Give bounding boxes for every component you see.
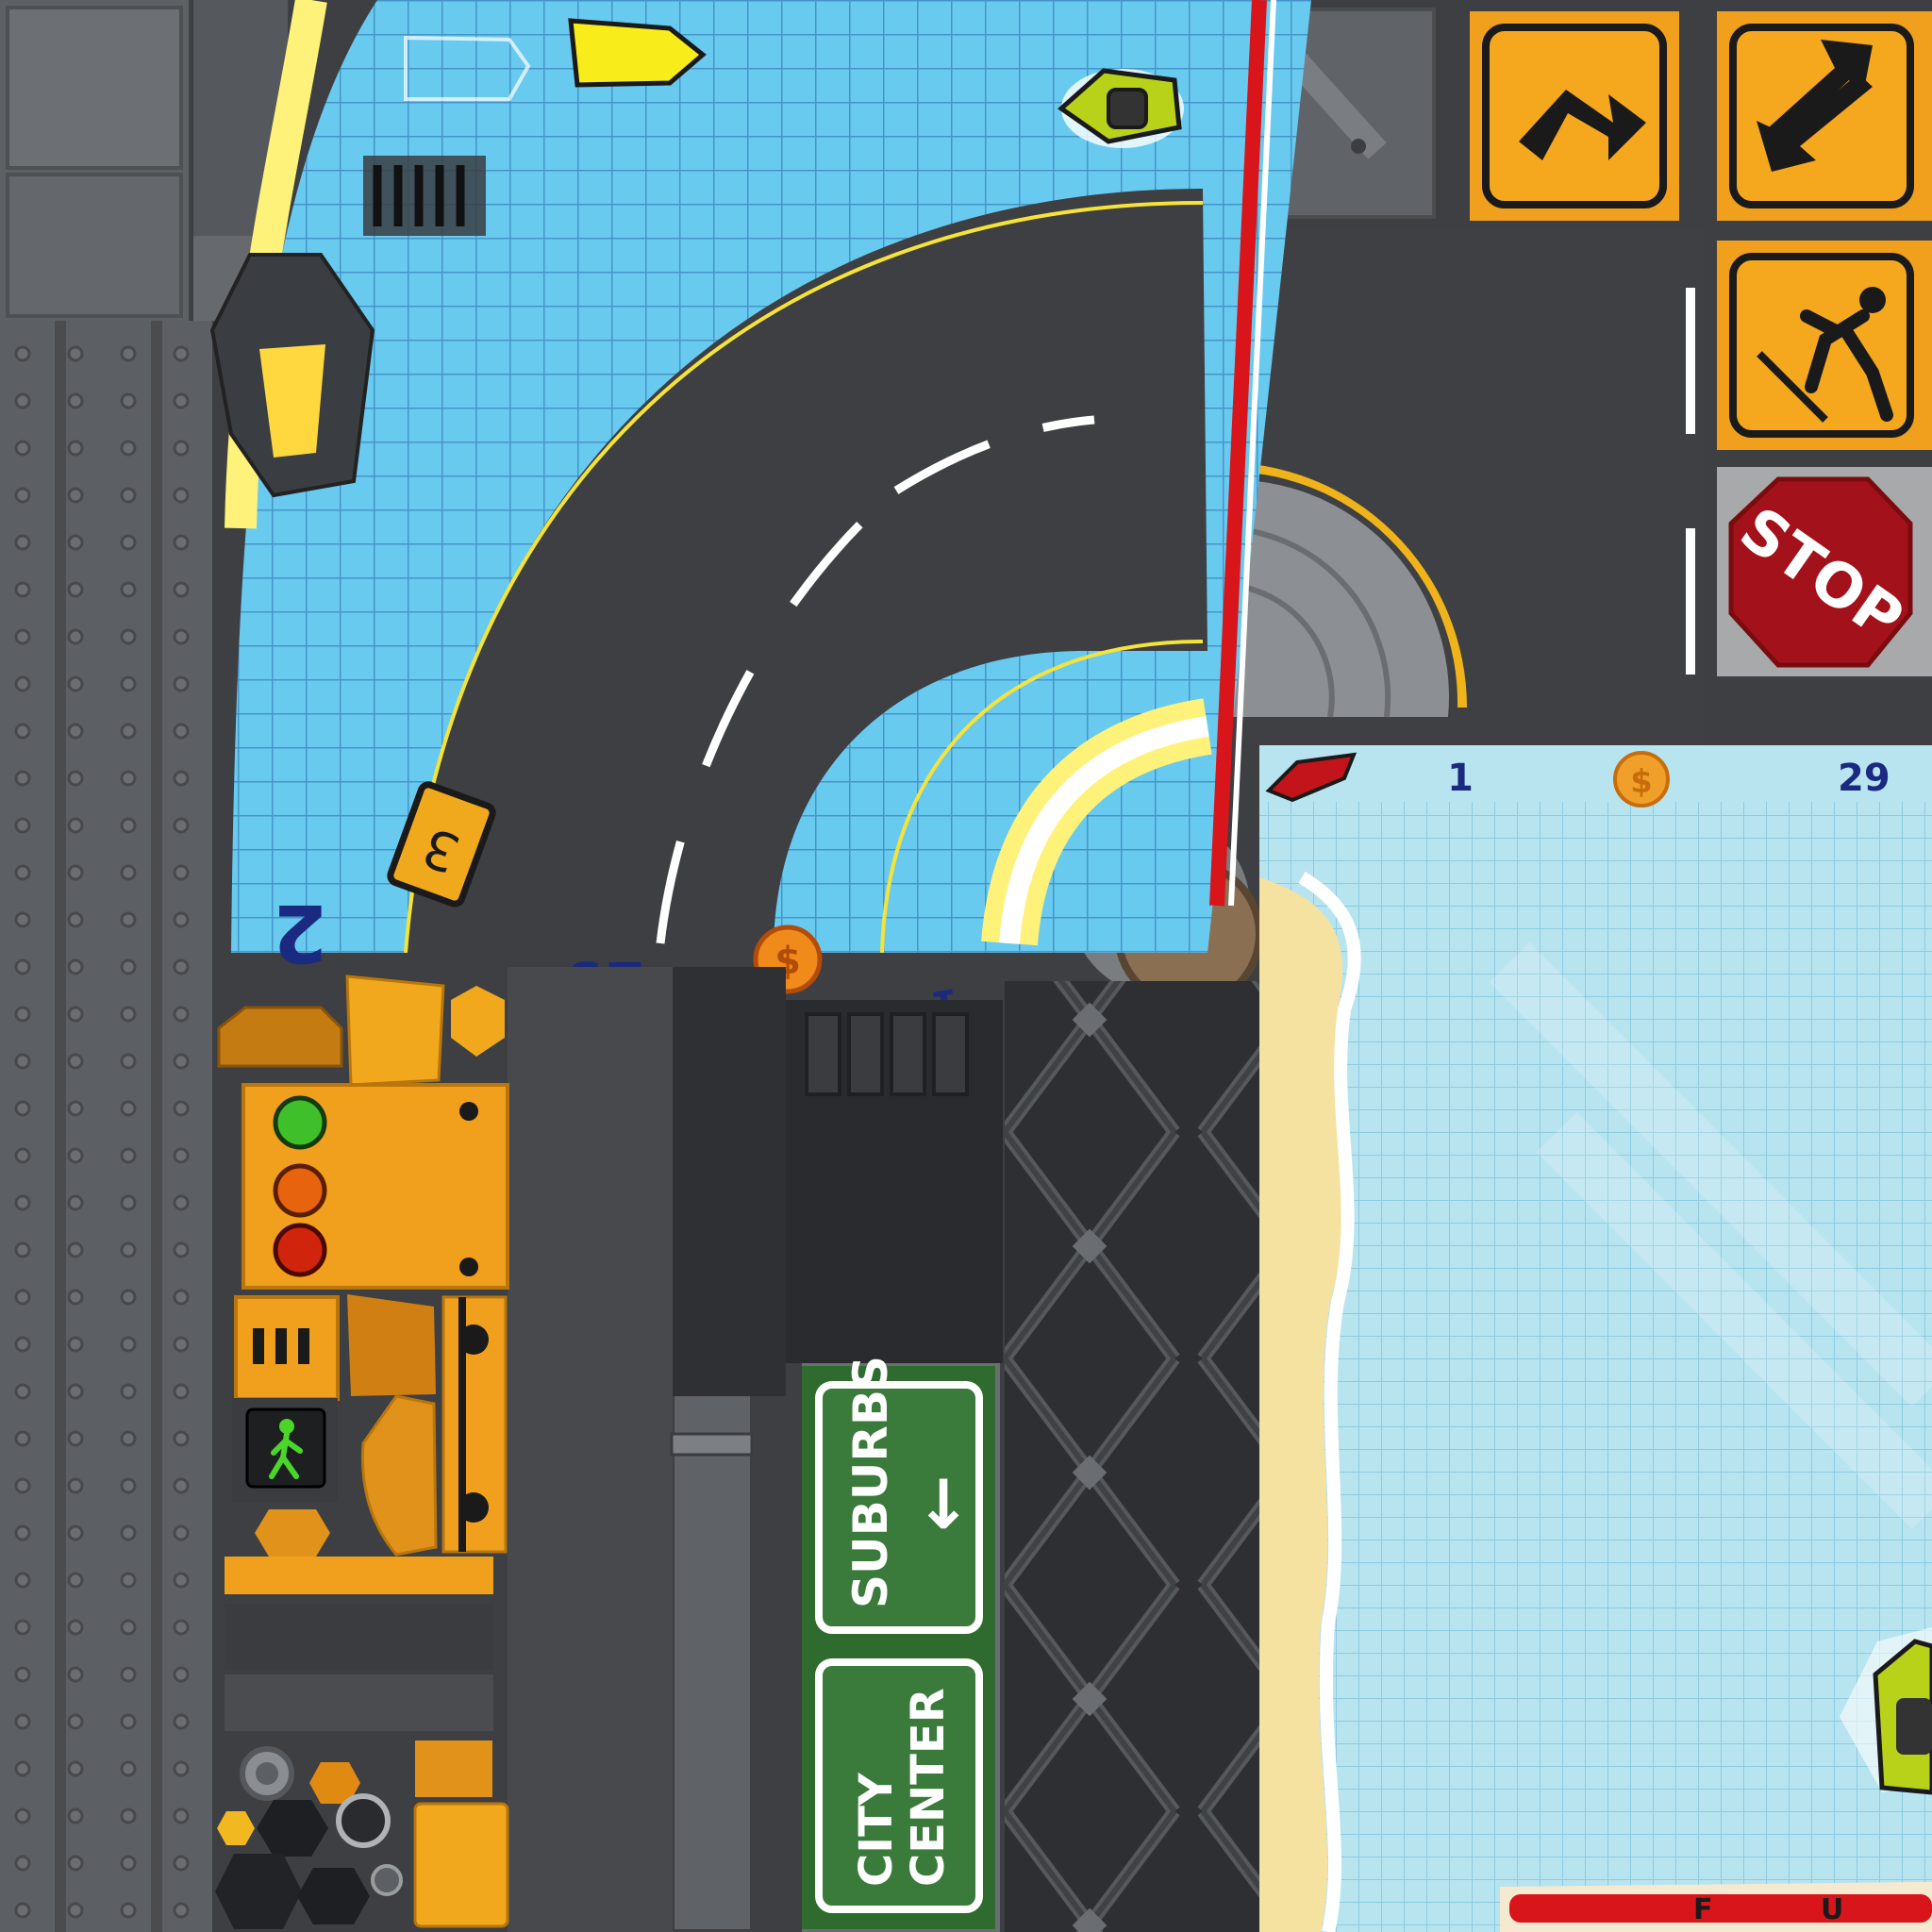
suburbs-label: SUBURBS bbox=[843, 1356, 898, 1608]
two-way-arrow-sign-icon bbox=[1717, 11, 1932, 221]
pedestrian-sign-icon bbox=[1717, 241, 1932, 450]
steel-truss-texture bbox=[1005, 981, 1259, 1932]
fuel-empty-label: F bbox=[1693, 1893, 1713, 1926]
suburbs-sign: SUBURBS ↓ CITY CENTER bbox=[802, 1356, 995, 1929]
fuel-full-label: U bbox=[1821, 1893, 1843, 1926]
svg-text:$: $ bbox=[1630, 763, 1653, 801]
city-label: CITY bbox=[850, 1772, 903, 1887]
pool-water-panel bbox=[1259, 745, 1932, 1932]
traffic-light-icon bbox=[217, 974, 509, 1731]
steel-column-texture bbox=[0, 321, 212, 1932]
coin-icon: $ bbox=[1613, 751, 1670, 808]
texture-atlas: 3 2 29 1 $ bbox=[0, 0, 1932, 1932]
center-label: CENTER bbox=[902, 1688, 955, 1887]
boat-icon bbox=[1057, 68, 1184, 148]
lap-number: 1 bbox=[1447, 757, 1474, 800]
drain-grate bbox=[363, 156, 486, 236]
bolt-parts bbox=[215, 1740, 509, 1929]
score-number: 29 bbox=[1838, 757, 1890, 800]
turn-arrow-sign-icon bbox=[1470, 11, 1679, 221]
position-number: 2 bbox=[273, 887, 327, 979]
stop-sign-icon: STOP bbox=[1717, 467, 1932, 676]
fuel-bar: F U bbox=[1500, 1882, 1932, 1932]
walk-signal-icon bbox=[232, 1398, 338, 1502]
top-hud: 1 $ 29 bbox=[1259, 745, 1932, 808]
down-arrow-icon: ↓ bbox=[915, 1465, 972, 1544]
